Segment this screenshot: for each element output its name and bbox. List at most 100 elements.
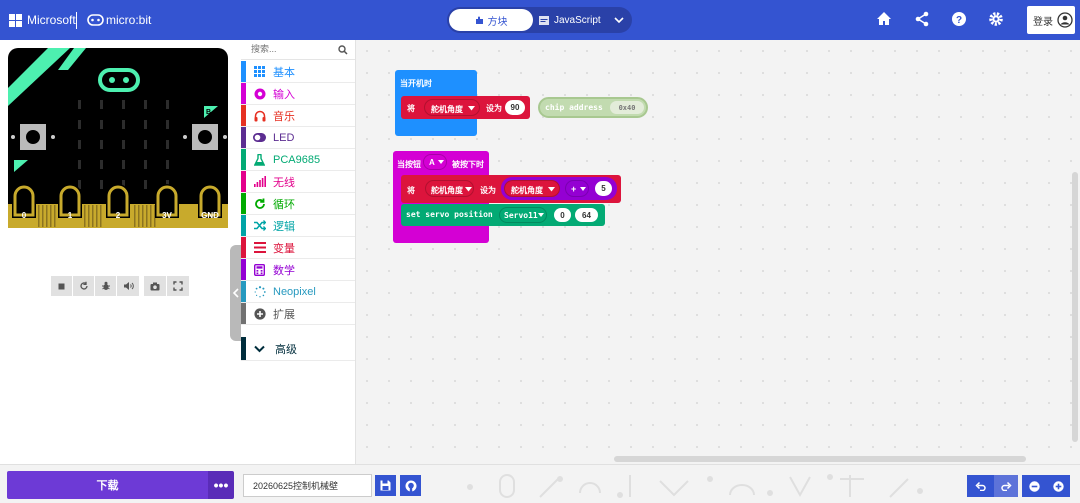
screenshot-button[interactable] (144, 276, 166, 296)
restart-button[interactable] (73, 276, 94, 296)
dropdown-arrow-icon (468, 106, 475, 111)
change-variable-block[interactable]: 将 舵机角度 设为 舵机角度 + 5 (401, 175, 621, 203)
button-b-label: B (206, 109, 211, 116)
servo-dropdown[interactable]: Servo11 (499, 207, 547, 223)
puzzle-icon (475, 16, 483, 24)
zoom-out-button[interactable] (1022, 475, 1046, 497)
pin-label-gnd: GND (201, 211, 219, 220)
undo-icon (975, 481, 986, 491)
variable-name: 舵机角度 (431, 105, 463, 114)
tab-blocks[interactable]: 方块 (449, 9, 533, 31)
settings-icon[interactable] (988, 11, 1004, 27)
on-button-suffix: 被按下时 (452, 160, 484, 169)
dropdown-arrow-icon (538, 213, 544, 217)
dropdown-arrow-icon (580, 187, 586, 191)
user-icon (1057, 12, 1073, 28)
chip-address-block[interactable]: chip address 0x40 (538, 97, 648, 118)
servo-param-a[interactable]: 0 (554, 208, 571, 222)
operator-symbol: + (571, 184, 577, 194)
button-name: A (429, 158, 435, 167)
loop-icon (253, 197, 266, 210)
download-button[interactable]: 下载 (7, 471, 208, 499)
chevron-down-icon (253, 342, 266, 355)
on-button-prefix: 当按钮 (397, 160, 421, 169)
toolbox-search (241, 40, 355, 60)
project-name-input[interactable] (243, 474, 372, 497)
chip-address-label: chip address (545, 103, 603, 112)
tab-javascript[interactable]: JavaScript (537, 9, 629, 31)
operator-dropdown[interactable]: + (565, 180, 589, 197)
brand-name: Microsoft (27, 13, 76, 27)
variable-dropdown[interactable]: 舵机角度 (424, 99, 480, 116)
set-to-label-2: 设为 (480, 186, 496, 195)
share-icon[interactable] (914, 11, 930, 27)
category-input-label: 输入 (273, 88, 295, 101)
tab-javascript-label: JavaScript (554, 14, 601, 26)
category-input[interactable]: 输入 (241, 83, 355, 105)
vertical-scrollbar[interactable] (1072, 172, 1078, 442)
search-input[interactable] (251, 44, 331, 54)
js-icon (539, 15, 549, 25)
category-neopixel-label: Neopixel (273, 285, 316, 298)
chevron-down-icon[interactable] (614, 16, 624, 24)
zoom-out-icon (1028, 480, 1040, 492)
top-bar: Microsoft micro:bit 方块 JavaScript ? 登录 (0, 0, 1080, 40)
stop-button[interactable] (51, 276, 72, 296)
blocks-workspace[interactable]: 当开机时 将 舵机角度 设为 90 chip address 0x40 当按钮 … (356, 40, 1080, 464)
variable-dropdown-2[interactable]: 舵机角度 (425, 180, 474, 197)
category-pca9685[interactable]: PCA9685 (241, 149, 355, 171)
toggle-icon (253, 131, 266, 144)
category-extensions[interactable]: 扩展 (241, 303, 355, 325)
category-music[interactable]: 音乐 (241, 105, 355, 127)
servo-param-b[interactable]: 64 (575, 208, 598, 222)
category-pca9685-label: PCA9685 (273, 153, 321, 166)
dropdown-arrow-icon (438, 160, 444, 164)
redo-button[interactable] (994, 475, 1018, 497)
grid-icon (253, 65, 266, 78)
microbit-board[interactable]: A B 0 1 2 3V GND (8, 48, 228, 228)
category-neopixel[interactable]: Neopixel (241, 281, 355, 303)
set-variable-block[interactable]: 将 舵机角度 设为 90 (401, 96, 530, 119)
category-loops[interactable]: 循环 (241, 193, 355, 215)
variable-reporter[interactable]: 舵机角度 (504, 180, 560, 197)
headphones-icon (253, 109, 266, 122)
math-add-block[interactable]: 舵机角度 + 5 (501, 177, 617, 200)
redo-icon (1000, 481, 1012, 491)
category-led[interactable]: LED (241, 127, 355, 149)
save-button[interactable] (375, 475, 396, 496)
bottom-bar: 下载 ••• (0, 464, 1080, 503)
button-a-label: A (22, 164, 27, 171)
undo-button[interactable] (967, 475, 994, 497)
svg-text:?: ? (956, 15, 962, 26)
download-more-button[interactable]: ••• (208, 471, 234, 499)
chevron-left-icon (232, 288, 239, 298)
signin-label: 登录 (1033, 16, 1053, 28)
set-servo-position-block[interactable]: set servo position Servo11 0 64 (401, 204, 605, 226)
category-radio-label: 无线 (273, 176, 295, 189)
angle-value[interactable]: 90 (505, 100, 525, 115)
debug-button[interactable] (95, 276, 116, 296)
increment-value[interactable]: 5 (595, 181, 612, 196)
category-logic[interactable]: 逻辑 (241, 215, 355, 237)
category-math[interactable]: 数学 (241, 259, 355, 281)
search-icon[interactable] (338, 45, 348, 55)
chip-address-value[interactable]: 0x40 (610, 101, 644, 114)
help-icon[interactable]: ? (951, 11, 967, 27)
category-variables[interactable]: 变量 (241, 237, 355, 259)
category-basic[interactable]: 基本 (241, 61, 355, 83)
flask-icon (253, 153, 266, 166)
horizontal-scrollbar[interactable] (614, 456, 1026, 462)
home-icon[interactable] (876, 11, 892, 27)
github-button[interactable] (400, 475, 421, 496)
category-radio[interactable]: 无线 (241, 171, 355, 193)
debug-icon (101, 281, 110, 290)
category-music-label: 音乐 (273, 110, 295, 123)
fullscreen-button[interactable] (167, 276, 189, 296)
zoom-in-button[interactable] (1046, 475, 1070, 497)
category-advanced[interactable]: 高级 (241, 337, 355, 361)
dropdown-arrow-icon (548, 187, 555, 192)
header-divider (76, 12, 77, 29)
button-dropdown[interactable]: A (423, 154, 447, 170)
mute-button[interactable] (117, 276, 139, 296)
signin-button[interactable]: 登录 (1027, 6, 1075, 34)
